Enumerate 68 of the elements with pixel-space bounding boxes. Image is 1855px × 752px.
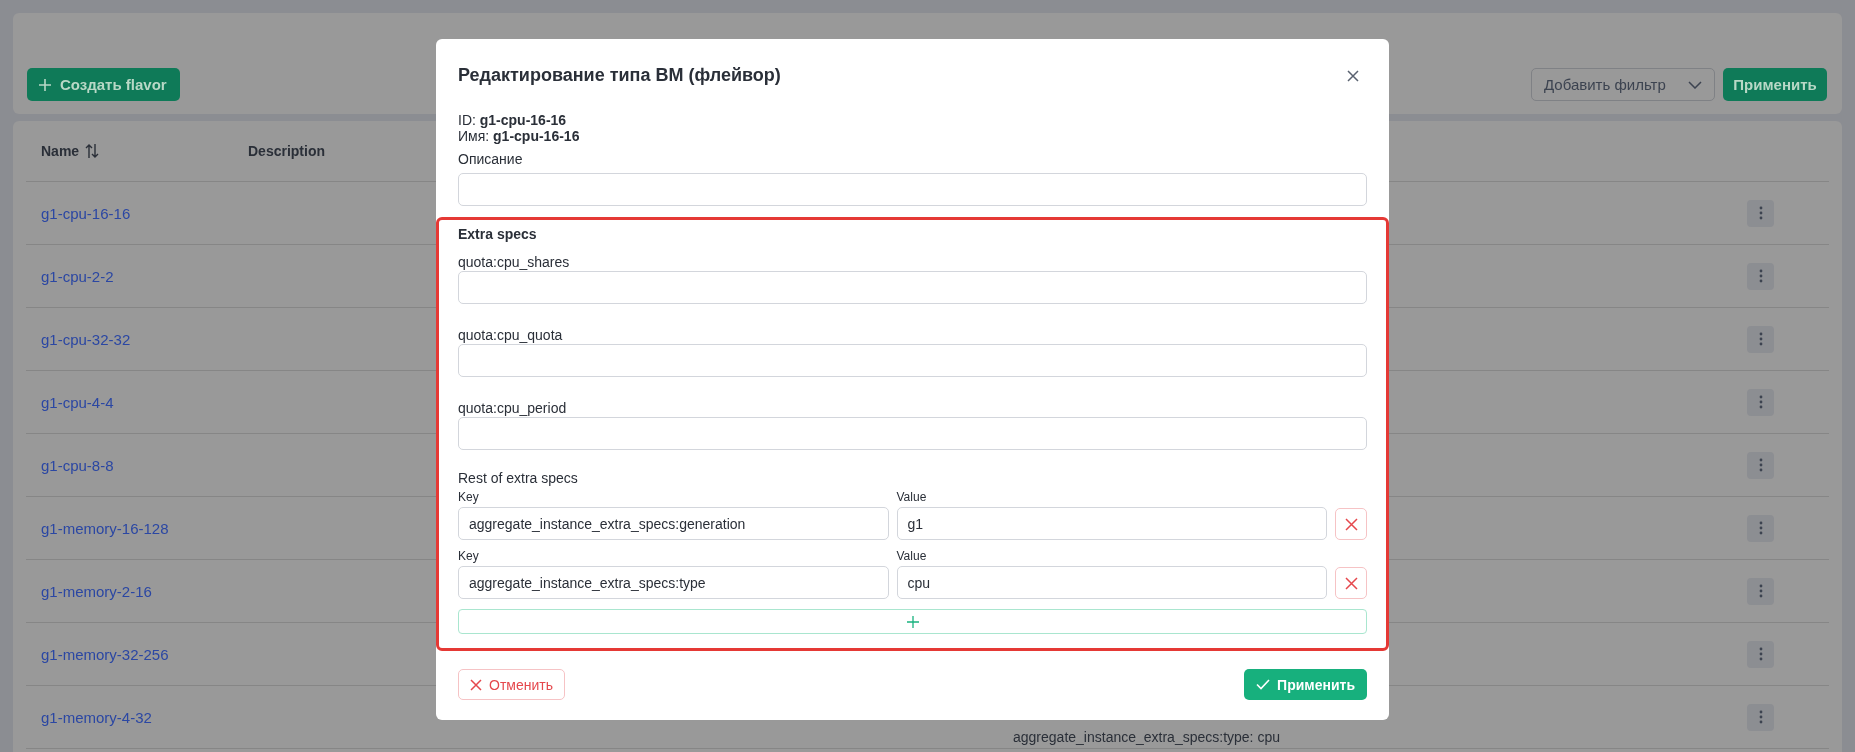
flavor-link[interactable]: g1-memory-4-32	[41, 708, 152, 726]
subsection-title: Rest of extra specs	[458, 469, 579, 487]
plus-icon	[38, 77, 52, 92]
more-button[interactable]	[1747, 640, 1774, 668]
flavor-link[interactable]: g1-memory-32-256	[41, 645, 169, 663]
field-label: quota:cpu_shares	[458, 253, 571, 271]
name-text: Имя: g1-cpu-16-16	[458, 128, 581, 144]
field-label: Value	[896, 489, 928, 505]
section-title: Extra specs	[458, 225, 538, 243]
more-button[interactable]	[1747, 577, 1774, 605]
filter-select[interactable]: Добавить фильтр	[1531, 68, 1715, 101]
more-icon	[1758, 458, 1763, 472]
spec-field[interactable]	[458, 271, 1367, 304]
field-label: Value	[896, 548, 928, 564]
flavor-link[interactable]: g1-cpu-2-2	[41, 267, 114, 285]
submit-button[interactable]: Применить	[1244, 669, 1367, 700]
flavor-link[interactable]: g1-cpu-16-16	[41, 204, 131, 222]
check-icon	[1256, 679, 1271, 690]
table-cell: aggregate_instance_extra_specs:type: cpu	[1013, 729, 1280, 745]
more-button[interactable]	[1747, 451, 1774, 479]
flavor-link[interactable]: g1-memory-16-128	[41, 519, 169, 537]
flavor-link[interactable]: g1-cpu-32-32	[41, 330, 131, 348]
dialog-title: Редактирование типа ВМ (флейвор)	[458, 65, 781, 86]
field-label: Key	[458, 489, 480, 505]
field-label: quota:cpu_period	[458, 399, 568, 417]
flavor-link[interactable]: g1-memory-2-16	[41, 582, 152, 600]
create-button[interactable]: Создать flavor	[27, 68, 180, 101]
more-icon	[1758, 395, 1763, 409]
close-icon	[470, 678, 482, 691]
column-header[interactable]: Name	[41, 143, 80, 159]
chevron-down-icon	[1688, 80, 1702, 89]
more-icon	[1758, 332, 1763, 346]
value-field[interactable]: g1	[896, 507, 1327, 540]
flavor-link[interactable]: g1-cpu-4-4	[41, 393, 114, 411]
apply-button[interactable]: Применить	[1723, 68, 1827, 101]
more-icon	[1758, 710, 1763, 724]
close-icon[interactable]	[1347, 69, 1359, 82]
more-icon	[1758, 206, 1763, 220]
more-icon	[1758, 647, 1763, 661]
more-button[interactable]	[1747, 703, 1774, 731]
value-field[interactable]: cpu	[896, 566, 1327, 599]
field-label: quota:cpu_quota	[458, 326, 564, 344]
field-label: Описание	[458, 150, 524, 168]
close-icon	[1344, 576, 1358, 590]
id-text: ID: g1-cpu-16-16	[458, 112, 568, 128]
close-icon	[1344, 517, 1358, 531]
plus-icon	[906, 615, 919, 628]
more-button[interactable]	[1747, 325, 1774, 353]
add-button[interactable]	[458, 609, 1367, 634]
flavor-link[interactable]: g1-cpu-8-8	[41, 456, 114, 474]
more-button[interactable]	[1747, 262, 1774, 290]
cancel-button[interactable]: Отменить	[458, 669, 565, 700]
spec-field[interactable]	[458, 344, 1367, 377]
more-icon	[1758, 521, 1763, 535]
sort-icon[interactable]	[85, 143, 100, 159]
more-icon	[1758, 584, 1763, 598]
delete-button[interactable]	[1335, 508, 1367, 540]
field-label: Key	[458, 548, 480, 564]
key-field[interactable]: aggregate_instance_extra_specs:generation	[458, 507, 889, 540]
spec-field[interactable]	[458, 417, 1367, 450]
delete-button[interactable]	[1335, 567, 1367, 599]
more-button[interactable]	[1747, 388, 1774, 416]
more-button[interactable]	[1747, 199, 1774, 227]
description-field[interactable]	[458, 173, 1367, 206]
key-field[interactable]: aggregate_instance_extra_specs:type	[458, 566, 889, 599]
more-icon	[1758, 269, 1763, 283]
more-button[interactable]	[1747, 514, 1774, 542]
column-header[interactable]: Description	[248, 143, 325, 159]
